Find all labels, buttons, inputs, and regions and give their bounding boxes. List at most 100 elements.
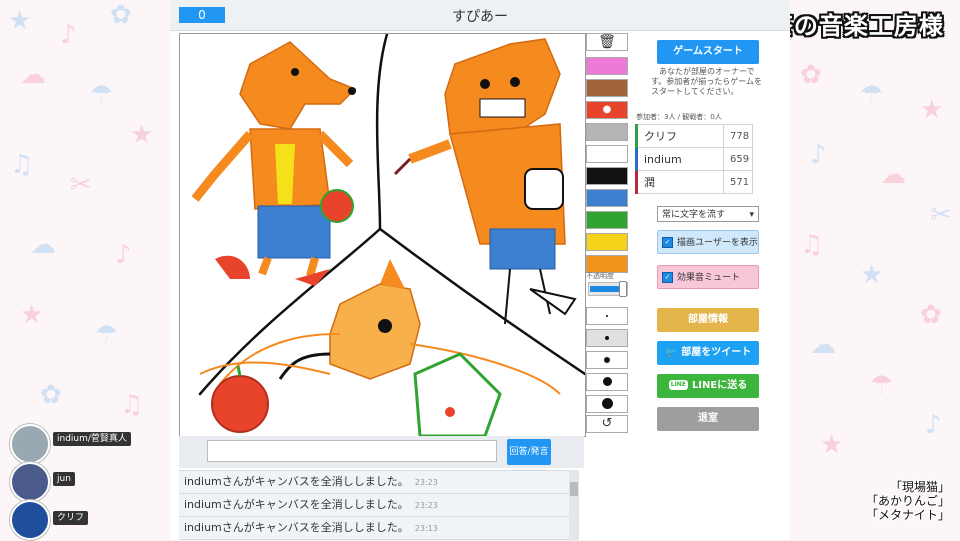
chevron-down-icon: ▾: [749, 210, 754, 220]
song-title: 「現場猫」: [889, 480, 950, 494]
show-drawer-toggle[interactable]: ✓ 描画ユーザーを表示: [657, 230, 759, 254]
answer-button[interactable]: 回答/発言: [507, 439, 551, 465]
viewer-avatar: [10, 500, 50, 540]
player-score: 659: [723, 147, 753, 171]
score-row: クリフ 778: [635, 124, 753, 148]
song-list: 「現場猫」 「あかりんご」 「メタナイト」: [866, 480, 950, 522]
color-swatch-brown[interactable]: [586, 79, 628, 97]
color-swatch-blue[interactable]: [586, 189, 628, 207]
canvas-drawing: [191, 34, 585, 436]
paw-icon: ✿: [800, 60, 822, 90]
song-title: 「あかりんご」: [865, 494, 950, 508]
scrollbar-thumb[interactable]: [570, 482, 578, 496]
log-entry: indiumさんがキャンバスを全消ししました。 23:23: [179, 494, 579, 517]
viewer-name: クリフ: [53, 511, 89, 525]
player-score: 571: [723, 170, 753, 194]
player-name: 潤: [635, 170, 724, 194]
color-swatch-green[interactable]: [586, 211, 628, 229]
umbrella-icon: ☂: [95, 320, 119, 350]
color-swatch-white[interactable]: [586, 145, 628, 163]
star-icon: ★: [8, 6, 32, 36]
answer-input[interactable]: [207, 440, 497, 462]
umbrella-icon: ☂: [90, 80, 114, 110]
star-icon: ★: [920, 95, 944, 125]
music-note-icon: ♪: [925, 410, 942, 440]
bicycle-icon: ✿: [110, 0, 132, 30]
pen-size-4[interactable]: [586, 373, 628, 391]
player-name: indium: [635, 147, 724, 171]
star-icon: ★: [820, 430, 844, 460]
drawing-wolf-right: [393, 38, 577, 325]
score-row: indium 659: [635, 147, 753, 171]
paw-icon: ✿: [40, 380, 62, 410]
color-swatch-yellow[interactable]: [586, 233, 628, 251]
log-entry: indiumさんがキャンバスを全消ししました。 23:23: [179, 471, 579, 494]
music-note-icon: ♪: [115, 240, 132, 270]
opacity-slider-fill: [590, 286, 622, 292]
participant-counts: 参加者：3人 / 観戦者：0人: [636, 113, 722, 121]
undo-button[interactable]: ↺: [586, 415, 628, 433]
line-icon: LINE: [668, 380, 688, 390]
scissors-icon: ✂: [70, 170, 92, 200]
paw-icon: ✿: [920, 300, 942, 330]
color-swatch-red[interactable]: ●: [586, 101, 628, 119]
star-icon: ★: [20, 300, 44, 330]
opacity-slider-knob[interactable]: [619, 281, 627, 297]
player-score: 778: [723, 124, 753, 148]
clear-canvas-button[interactable]: 🗑: [586, 33, 628, 51]
answer-area: 回答/発言: [179, 436, 584, 468]
room-title: すぴあー: [452, 9, 508, 25]
drawing-wolf-bottom: [199, 259, 561, 436]
pen-size-2[interactable]: [586, 329, 628, 347]
line-share-button[interactable]: LINE LINEに送る: [657, 374, 759, 398]
opacity-label: 不透明度: [586, 272, 614, 280]
song-title: 「メタナイト」: [865, 508, 950, 522]
music-note-icon: ♪: [60, 20, 77, 50]
opacity-slider[interactable]: [588, 281, 628, 297]
cloud-icon: ☁: [810, 330, 836, 360]
trash-icon: 🗑: [598, 34, 616, 50]
music-note-icon: ♫: [120, 390, 144, 420]
umbrella-icon: ☂: [870, 370, 894, 400]
drawing-wolf-left: [191, 41, 357, 286]
text-flow-select[interactable]: 常に文字を流す ▾: [657, 206, 759, 222]
umbrella-icon: ☂: [860, 80, 884, 110]
log-entry: indiumさんがキャンバスを全消ししました。 23:13: [179, 517, 579, 540]
undo-icon: ↺: [601, 416, 613, 431]
game-start-button[interactable]: ゲームスタート: [657, 40, 759, 64]
scoreboard: クリフ 778 indium 659 潤 571: [635, 124, 753, 194]
pen-size-5[interactable]: [586, 395, 628, 413]
star-icon: ★: [860, 260, 884, 290]
music-note-icon: ♪: [810, 140, 827, 170]
color-swatch-pink[interactable]: [586, 57, 628, 75]
chat-log: indiumさんがキャンバスを全消ししました。 23:23 indiumさんがキャ…: [179, 470, 579, 541]
checkbox-checked-icon: ✓: [662, 272, 673, 283]
pen-size-3[interactable]: [586, 351, 628, 369]
viewer-name: indium/菅賢真人: [53, 432, 131, 446]
sound-mute-toggle[interactable]: ✓ 効果音ミュート: [657, 265, 759, 289]
top-bar: 0 すぴあー: [170, 0, 790, 31]
game-app: 0 すぴあー 🗑 ● 不透明度 ↺ 回答/発言 indiumさんがキャンバスを全…: [170, 0, 790, 541]
tweet-room-button[interactable]: 🐦 部屋をツイート: [657, 341, 759, 365]
color-swatch-gray[interactable]: [586, 123, 628, 141]
room-info-button[interactable]: 部屋情報: [657, 308, 759, 332]
score-row: 潤 571: [635, 170, 753, 194]
color-swatch-black[interactable]: [586, 167, 628, 185]
checkbox-checked-icon: ✓: [662, 237, 673, 248]
viewer-avatar: [10, 462, 50, 502]
viewer-avatar: [10, 424, 50, 464]
pen-size-1[interactable]: [586, 307, 628, 325]
exit-room-button[interactable]: 退室: [657, 407, 759, 431]
player-name: クリフ: [635, 124, 724, 148]
owner-message: あなたが部屋のオーナーです。参加者が揃ったらゲームをスタートしてください。: [651, 67, 762, 96]
cloud-icon: ☁: [880, 160, 906, 190]
cloud-icon: ☁: [30, 230, 56, 260]
cloud-icon: ☁: [20, 60, 46, 90]
drawing-canvas[interactable]: [179, 33, 586, 437]
viewer-name: jun: [53, 472, 75, 486]
twitter-bird-icon: 🐦: [664, 347, 678, 358]
scissors-icon: ✂: [930, 200, 952, 230]
music-note-icon: ♫: [800, 230, 824, 260]
log-scrollbar[interactable]: [569, 470, 579, 540]
music-note-icon: ♫: [10, 150, 34, 180]
